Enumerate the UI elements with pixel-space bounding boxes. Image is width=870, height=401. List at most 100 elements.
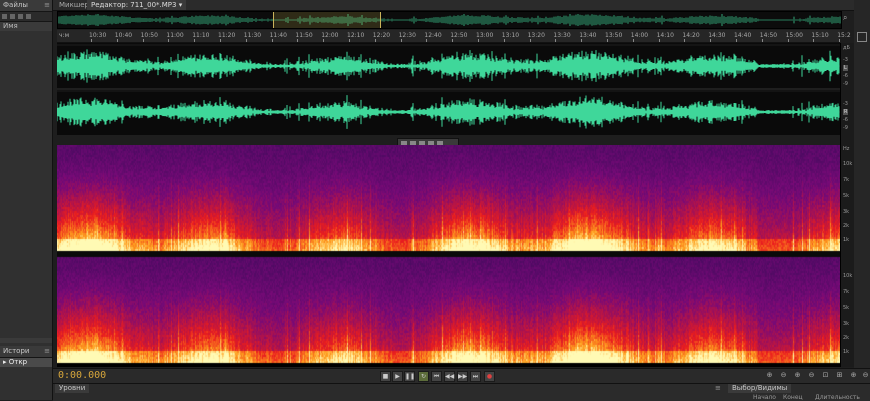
scale-label: 2k xyxy=(843,335,850,341)
ruler-tick-mark xyxy=(710,39,712,42)
ruler-tick-mark xyxy=(168,39,170,42)
ruler-tick-mark xyxy=(374,39,376,42)
lock-icon[interactable] xyxy=(857,32,867,42)
overview-wave-path xyxy=(58,14,841,26)
ruler-tick-label: 15:2 xyxy=(837,32,851,39)
ruler-tick-mark xyxy=(323,39,325,42)
files-column-header[interactable]: Имя xyxy=(0,22,52,31)
levels-panel-tab[interactable]: Уровни xyxy=(55,384,90,393)
go-to-start-button[interactable]: ⏮ xyxy=(431,371,442,382)
history-panel-tab[interactable]: Истори ≡ xyxy=(0,346,52,358)
scale-label: 1k xyxy=(843,349,850,355)
ruler-tick-label: 11:00 xyxy=(166,32,184,39)
scale-label: 5k xyxy=(843,193,850,199)
ruler-tick-mark xyxy=(271,39,273,42)
tab-editor-label: Редактор: 711_00*.MP3 xyxy=(91,1,177,9)
ruler-tick-label: 14:20 xyxy=(682,32,700,39)
ruler-tick-mark xyxy=(761,39,763,42)
ruler-tick-mark xyxy=(632,39,634,42)
zoom-in-time-icon[interactable]: ⊕ xyxy=(793,371,802,380)
ruler-tick-label: 15:10 xyxy=(811,32,829,39)
ruler-tick-mark xyxy=(787,39,789,42)
scale-label: -6 xyxy=(843,73,848,79)
insert-icon[interactable] xyxy=(18,14,23,19)
scale-label: 5k xyxy=(843,305,850,311)
ruler-tick-label: 14:30 xyxy=(708,32,726,39)
close-file-icon[interactable] xyxy=(26,14,31,19)
ruler-tick-mark xyxy=(91,39,92,42)
go-to-end-button[interactable]: ⏭ xyxy=(470,371,481,382)
scale-label: 1k xyxy=(843,237,850,243)
ruler-tick-label: 12:00 xyxy=(321,32,339,39)
waveform-canvas xyxy=(57,44,840,129)
scale-label: 2k xyxy=(843,223,850,229)
ruler-tick-mark xyxy=(529,39,531,42)
open-file-icon[interactable] xyxy=(2,14,7,19)
channel-waveform xyxy=(57,49,840,83)
panel-menu-icon[interactable]: ≡ xyxy=(715,384,721,392)
pause-button[interactable]: ❚❚ xyxy=(404,371,415,382)
selection-view-panel-tab[interactable]: Выбор/Видимы xyxy=(728,384,792,393)
rewind-button[interactable]: ◀◀ xyxy=(444,371,455,382)
zoom-out-time-icon[interactable]: ⊖ xyxy=(807,371,816,380)
waveform-display[interactable] xyxy=(57,43,840,135)
wave-unit-label: дБ xyxy=(843,45,850,51)
history-item[interactable]: ▸ Откр xyxy=(0,358,52,367)
ruler-tick-label: 12:20 xyxy=(372,32,391,39)
ruler-tick-label: 11:40 xyxy=(269,32,287,39)
ruler-tick-mark xyxy=(503,39,505,42)
ruler-tick-label: 12:50 xyxy=(450,32,468,39)
ruler-tick-label: 14:50 xyxy=(759,32,778,39)
overview-visible-range[interactable] xyxy=(273,12,381,28)
ruler-tick-label: 11:50 xyxy=(295,32,313,39)
files-scrollbar[interactable] xyxy=(0,338,52,343)
zoom-in-point-icon[interactable]: ⊕ xyxy=(849,371,858,380)
ruler-tick-mark xyxy=(478,39,479,42)
scale-label: 3k xyxy=(843,321,850,327)
channel-r-toggle[interactable]: R xyxy=(843,109,849,115)
ruler-tick-label: 10:40 xyxy=(114,32,133,39)
scale-label: 7k xyxy=(843,289,850,295)
zoom-out-full-icon[interactable]: ⊡ xyxy=(821,371,830,380)
transport-bar: 0:00.000 ■ ▶ ❚❚ ↻ ⏮ ◀◀ ▶▶ ⏭ ● ⊕ ⊖ ⊕ ⊖ ⊡ … xyxy=(53,368,870,383)
files-panel-tab[interactable]: Файлы ≡ xyxy=(0,0,52,12)
spectral-display[interactable] xyxy=(57,145,840,367)
ruler-tick-mark xyxy=(245,39,247,42)
tab-editor[interactable]: Редактор: 711_00*.MP3 ▾ xyxy=(87,0,187,10)
import-icon[interactable] xyxy=(10,14,15,19)
time-ruler[interactable]: ч:м 10:30 10:40 10:50 11:00 11:10 11:20 11:30 1… xyxy=(57,30,851,43)
spec-unit-label: Hz xyxy=(843,146,850,152)
history-panel-tab-label: Истори xyxy=(3,347,30,355)
zoom-in-amplitude-icon[interactable]: ⊕ xyxy=(765,371,774,380)
ruler-tick-label: 13:40 xyxy=(579,32,597,39)
bottom-panels: Уровни ≡ Выбор/Видимы Начало Конец Длите… xyxy=(53,383,870,401)
zoom-out-point-icon[interactable]: ⊖ xyxy=(861,371,870,380)
fast-forward-button[interactable]: ▶▶ xyxy=(457,371,468,382)
scale-label: 7k xyxy=(843,177,850,183)
channel-l-toggle[interactable]: L xyxy=(843,65,848,71)
loop-button[interactable]: ↻ xyxy=(418,371,429,382)
ruler-tick-label: 13:00 xyxy=(476,32,494,39)
chevron-down-icon[interactable]: ▾ xyxy=(179,1,183,9)
waveform-overview[interactable] xyxy=(57,11,842,29)
history-item-label: Откр xyxy=(8,358,28,366)
play-button[interactable]: ▶ xyxy=(392,371,403,382)
record-button[interactable]: ● xyxy=(484,371,495,382)
zoom-icon[interactable]: ⌕ xyxy=(843,13,853,23)
stop-button[interactable]: ■ xyxy=(380,371,391,382)
ruler-tick-label: 13:10 xyxy=(501,32,520,39)
scale-label: -3 xyxy=(843,57,848,63)
scale-label: 10k xyxy=(843,273,853,279)
channel-waveform xyxy=(57,95,840,129)
scale-label: -9 xyxy=(843,125,848,131)
right-gutter xyxy=(854,0,870,400)
current-time-display[interactable]: 0:00.000 xyxy=(58,370,106,381)
zoom-selection-icon[interactable]: ⊞ xyxy=(835,371,844,380)
ruler-tick-mark xyxy=(452,39,454,42)
panel-menu-icon[interactable]: ≡ xyxy=(44,346,50,357)
scale-label: 3k xyxy=(843,209,850,215)
panel-menu-icon[interactable]: ≡ xyxy=(44,0,50,11)
ruler-tick-mark xyxy=(142,39,144,42)
ruler-tick-label: 12:40 xyxy=(424,32,442,39)
zoom-out-amplitude-icon[interactable]: ⊖ xyxy=(779,371,788,380)
